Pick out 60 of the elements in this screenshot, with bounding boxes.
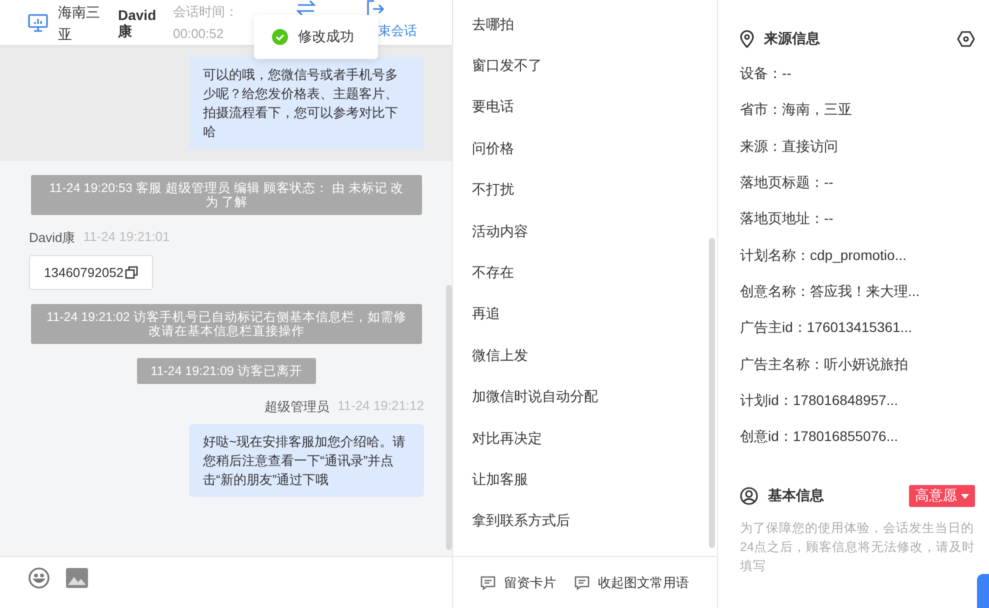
sender-name: David康 <box>29 229 76 247</box>
quick-reply-item[interactable]: 再追 <box>472 294 717 336</box>
message-bubble: 好哒~现在安排客服加您介绍哈。请您稍后注意查看一下“通讯录”并点击“新的朋友”通过下哦 <box>189 424 424 497</box>
intent-tag[interactable]: 高意愿 <box>909 485 975 508</box>
quick-reply-item[interactable]: 不存在 <box>472 252 717 294</box>
copy-icon[interactable] <box>124 266 138 279</box>
section-title: 基本信息 <box>768 487 825 506</box>
quick-reply-item[interactable]: 加微信时说自动分配 <box>472 376 717 418</box>
info-field: 落地页地址：-- <box>740 201 975 238</box>
info-field: 计划id：178016848957... <box>740 382 975 419</box>
session-label: 会话时间： <box>173 2 239 20</box>
notice-text: 为了保障您的使用体验，会话发生当日的24点之后，顾客信息将无法修改，请及时填写 <box>740 520 975 576</box>
info-field: 计划名称：cdp_promotio... <box>740 237 975 274</box>
monitor-icon <box>28 14 48 32</box>
scrollbar[interactable] <box>709 238 715 548</box>
quick-reply-item[interactable]: 窗口发不了 <box>472 45 717 87</box>
success-icon <box>272 29 288 45</box>
quick-reply-item[interactable]: 活动内容 <box>472 210 717 252</box>
quick-reply-item[interactable]: 去哪拍 <box>472 4 717 46</box>
info-field: 广告主名称：听小妍说旅拍 <box>740 346 975 383</box>
info-field: 落地页标题：-- <box>740 164 975 202</box>
message-time: 11-24 19:21:01 <box>83 229 170 246</box>
visitor-name: David康 <box>118 6 158 38</box>
scrollbar[interactable] <box>446 285 452 550</box>
quick-reply-item[interactable]: 问价格 <box>472 128 717 170</box>
message-bubble: 可以的哦，您微信号或者手机号多少呢？给您发价格表、主题客片、拍摄流程看下，您可以参考对比下哈 <box>189 57 424 149</box>
footer-action-button[interactable]: 留资卡片 <box>480 574 556 592</box>
caret-icon <box>961 494 969 499</box>
info-field: 创意名称：答应我！来大理... <box>740 274 975 310</box>
system-notice: 11-24 19:21:02 访客手机号已自动标记右侧基本信息栏，如需修改请在基本信息栏直接操作 <box>31 304 422 344</box>
info-field: 设备：-- <box>740 56 975 92</box>
system-notice: 11-24 19:20:53 客服 超级管理员 编辑 顾客状态： 由 未标记 改为 了解 <box>31 175 422 215</box>
emoji-icon[interactable] <box>28 567 50 589</box>
location-pin-icon <box>740 30 754 48</box>
session-time: 00:00:52 <box>173 24 225 42</box>
system-notice: 11-24 19:21:09 访客已离开 <box>136 358 316 384</box>
footer-action-button[interactable]: 收起图文常用语 <box>574 574 689 592</box>
sender-name: 超级管理员 <box>264 398 330 416</box>
quick-reply-item[interactable]: 让加客服 <box>472 459 717 501</box>
quick-reply-item[interactable]: 拿到联系方式后 <box>472 500 717 542</box>
info-field: 创意id：178016855076... <box>740 418 975 456</box>
quick-reply-item[interactable]: 对比再决定 <box>472 418 717 460</box>
user-icon <box>740 487 758 506</box>
info-field: 来源：直接访问 <box>740 128 975 165</box>
comment-icon <box>480 574 496 590</box>
quick-reply-item[interactable]: 要电话 <box>472 86 717 128</box>
image-icon[interactable] <box>66 567 88 589</box>
message-time: 11-24 19:21:12 <box>338 398 424 415</box>
toast-text: 修改成功 <box>298 28 354 46</box>
info-field: 省市：海南，三亚 <box>740 92 975 129</box>
info-field: 广告主id：176013415361... <box>740 310 975 346</box>
section-title: 来源信息 <box>764 30 821 48</box>
quick-reply-item[interactable]: 微信上发 <box>472 335 717 377</box>
end-session-link[interactable]: 束会话 <box>378 22 417 40</box>
quick-reply-item[interactable]: 不打扰 <box>472 170 717 211</box>
settings-icon[interactable] <box>957 30 975 48</box>
phone-number: 13460792052 <box>44 265 124 280</box>
swap-icon[interactable] <box>296 0 316 16</box>
location-text: 海南三亚 <box>58 2 101 44</box>
comment-icon <box>574 574 590 590</box>
